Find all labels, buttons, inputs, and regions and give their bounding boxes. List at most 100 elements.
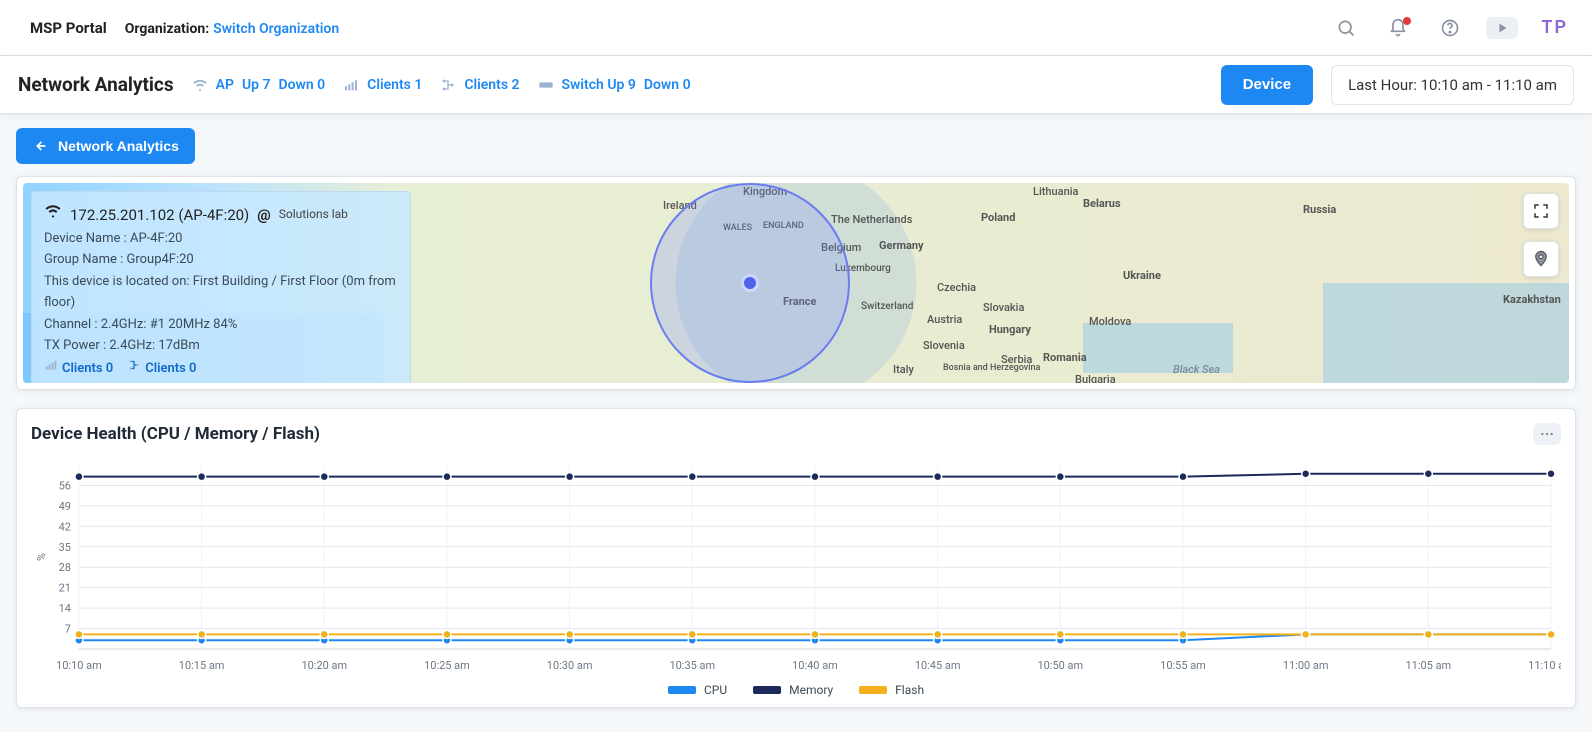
clients-2-status[interactable]: Clients 2 (440, 77, 519, 93)
ap-label: AP (216, 77, 234, 93)
map-label: Belarus (1083, 197, 1121, 210)
svg-text:10:20 am: 10:20 am (301, 659, 347, 672)
ap-status[interactable]: AP Up 7 Down 0 (192, 77, 326, 93)
map-label: Switzerland (861, 301, 913, 312)
svg-text:11:10 am: 11:10 am (1528, 659, 1561, 672)
switch-status[interactable]: Switch Up 9 Down 0 (538, 77, 691, 93)
topology-icon (440, 77, 456, 93)
device-txpower-row: TX Power : 2.4GHz: 17dBm (44, 335, 396, 356)
map-label: Bulgaria (1075, 373, 1116, 383)
svg-text:35: 35 (59, 541, 71, 554)
legend-flash[interactable]: Flash (859, 683, 924, 697)
clients-1-label: Clients 1 (367, 77, 422, 93)
map-label: Bosnia and Herzegovina (943, 363, 1040, 373)
back-network-analytics-button[interactable]: Network Analytics (16, 128, 195, 164)
map-label: Romania (1043, 351, 1087, 364)
device-location-row: This device is located on: First Buildin… (44, 271, 396, 314)
signal-bars-icon (44, 358, 58, 379)
svg-text:21: 21 (59, 582, 71, 595)
svg-text:10:40 am: 10:40 am (792, 659, 838, 672)
svg-text:11:00 am: 11:00 am (1283, 659, 1329, 672)
svg-text:42: 42 (59, 520, 71, 533)
device-clients-b[interactable]: Clients 0 (127, 358, 196, 379)
video-icon[interactable] (1485, 11, 1519, 45)
wifi-icon (44, 202, 62, 228)
map[interactable]: Ireland Kingdom WALES ENGLAND The Nether… (23, 183, 1569, 383)
switch-down: Down 0 (644, 77, 691, 93)
svg-text:10:25 am: 10:25 am (424, 659, 470, 672)
map-label: Moldova (1089, 315, 1131, 328)
arrow-left-icon (32, 138, 48, 154)
map-label: Italy (893, 363, 914, 376)
svg-text:10:45 am: 10:45 am (915, 659, 961, 672)
svg-text:56: 56 (59, 479, 71, 492)
map-label: Austria (927, 313, 962, 326)
svg-text:10:15 am: 10:15 am (179, 659, 225, 672)
signal-bars-icon (343, 77, 359, 93)
chart-title: Device Health (CPU / Memory / Flash) (31, 424, 320, 444)
svg-text:49: 49 (59, 500, 71, 513)
map-fullscreen-button[interactable] (1523, 193, 1559, 229)
svg-text:10:10 am: 10:10 am (56, 659, 102, 672)
portal-name: MSP Portal (30, 19, 107, 37)
svg-text:10:55 am: 10:55 am (1160, 659, 1206, 672)
map-label: The Netherlands (831, 213, 912, 226)
map-device-marker[interactable] (741, 274, 759, 292)
device-site: Solutions lab (279, 205, 348, 225)
group-name-row: Group Name : Group4F:20 (44, 249, 396, 270)
map-label: Czechia (937, 281, 976, 294)
clients-2-label: Clients 2 (464, 77, 519, 93)
legend-memory[interactable]: Memory (753, 683, 833, 697)
svg-text:7: 7 (65, 623, 71, 636)
panel-more-button[interactable] (1533, 423, 1561, 445)
svg-text:14: 14 (59, 602, 71, 615)
top-bar: MSP Portal Organization: Switch Organiza… (0, 0, 1592, 56)
map-label: Kazakhstan (1503, 293, 1561, 306)
time-range-selector[interactable]: Last Hour: 10:10 am - 11:10 am (1331, 65, 1574, 105)
svg-text:11:05 am: 11:05 am (1406, 659, 1452, 672)
svg-text:28: 28 (59, 561, 71, 574)
device-ip-name: 172.25.201.102 (AP-4F:20) (70, 203, 249, 228)
ap-up: Up 7 (242, 77, 271, 93)
notification-dot-icon (1403, 17, 1411, 25)
map-label: Slovenia (923, 339, 965, 352)
map-label: Black Sea (1173, 363, 1220, 376)
device-at: @ (257, 203, 270, 228)
user-avatar-initials[interactable]: TP (1537, 17, 1572, 38)
back-button-label: Network Analytics (58, 138, 179, 154)
line-chart: 7 14 21 28 35 42 49 56% 10:10 am 10:15 am 10:20 am… (31, 457, 1561, 677)
organization-label: Organization: (125, 21, 209, 37)
switch-organization-link[interactable]: Switch Organization (213, 21, 339, 37)
device-health-panel: Device Health (CPU / Memory / Flash) 7 14… (16, 408, 1576, 708)
map-panel: Ireland Kingdom WALES ENGLAND The Nether… (16, 176, 1576, 390)
map-label: Russia (1303, 203, 1336, 216)
map-label: Lithuania (1033, 185, 1078, 198)
svg-text:10:30 am: 10:30 am (547, 659, 593, 672)
map-location-button[interactable] (1523, 241, 1559, 277)
svg-text:10:50 am: 10:50 am (1037, 659, 1083, 672)
help-icon[interactable] (1433, 11, 1467, 45)
wifi-icon (192, 77, 208, 93)
device-name-row: Device Name : AP-4F:20 (44, 228, 396, 249)
notifications-icon[interactable] (1381, 11, 1415, 45)
device-clients-a[interactable]: Clients 0 (44, 358, 113, 379)
clients-1-status[interactable]: Clients 1 (343, 77, 422, 93)
map-label: Germany (879, 239, 924, 252)
page-title: Network Analytics (18, 73, 174, 96)
sub-bar: Network Analytics AP Up 7 Down 0 Clients… (0, 56, 1592, 114)
search-icon[interactable] (1329, 11, 1363, 45)
map-label: Poland (981, 211, 1015, 224)
topology-icon (127, 358, 141, 379)
switch-up: Switch Up 9 (562, 77, 636, 93)
device-channel-row: Channel : 2.4GHz: #1 20MHz 84% (44, 314, 396, 335)
svg-text:10:35 am: 10:35 am (669, 659, 715, 672)
map-label: Ukraine (1123, 269, 1161, 282)
device-button[interactable]: Device (1221, 65, 1313, 105)
device-info-card: 172.25.201.102 (AP-4F:20) @ Solutions lab… (31, 191, 411, 383)
chart-legend: CPU Memory Flash (31, 683, 1561, 697)
ap-down: Down 0 (278, 77, 325, 93)
switch-icon (538, 77, 554, 93)
svg-text:%: % (35, 553, 48, 561)
chart-area: 7 14 21 28 35 42 49 56% 10:10 am 10:15 am 10:20 am… (31, 457, 1561, 677)
legend-cpu[interactable]: CPU (668, 683, 727, 697)
